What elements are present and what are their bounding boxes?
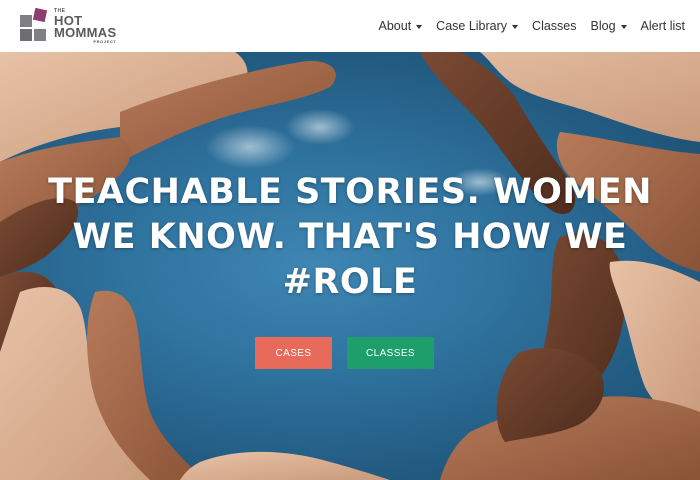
nav-item-classes[interactable]: Classes — [525, 0, 583, 52]
caret-down-icon — [620, 24, 627, 29]
nav-item-label: Classes — [532, 19, 577, 33]
caret-down-icon — [416, 24, 423, 29]
nav-item-label: Case Library — [436, 19, 508, 33]
nav-item-label: Alert list — [640, 19, 685, 33]
nav-item-alert-list[interactable]: Alert list — [634, 0, 692, 52]
caret-down-icon — [512, 24, 519, 29]
logo-wordmark: THE HOT MOMMAS PROJECT — [54, 8, 117, 44]
logo-mommas: MOMMAS — [54, 24, 117, 40]
classes-button[interactable]: CLASSES — [347, 337, 434, 369]
hero-headline-line-2: WE KNOW. THAT'S HOW WE — [72, 217, 628, 257]
main-nav: About Case Library Classes Blog Alert li… — [372, 0, 693, 52]
nav-item-label: About — [378, 19, 412, 33]
nav-item-blog[interactable]: Blog — [584, 0, 634, 52]
hero-headline-line-1: TEACHABLE STORIES. WOMEN — [48, 172, 652, 212]
logo-mark-icon — [20, 7, 50, 41]
nav-item-about[interactable]: About — [372, 0, 430, 52]
site-header: THE HOT MOMMAS PROJECT About Case Librar… — [0, 0, 700, 52]
nav-item-label: Blog — [590, 19, 616, 33]
logo-project: PROJECT — [93, 38, 117, 44]
hero-headline-line-3: #ROLE — [282, 262, 418, 302]
site-logo[interactable]: THE HOT MOMMAS PROJECT — [20, 6, 116, 46]
nav-item-case-library[interactable]: Case Library — [429, 0, 525, 52]
hero-banner: TEACHABLE STORIES. WOMEN WE KNOW. THAT'S… — [0, 52, 700, 480]
hero-headline: TEACHABLE STORIES. WOMEN WE KNOW. THAT'S… — [20, 170, 680, 305]
cases-button[interactable]: CASES — [255, 337, 332, 369]
